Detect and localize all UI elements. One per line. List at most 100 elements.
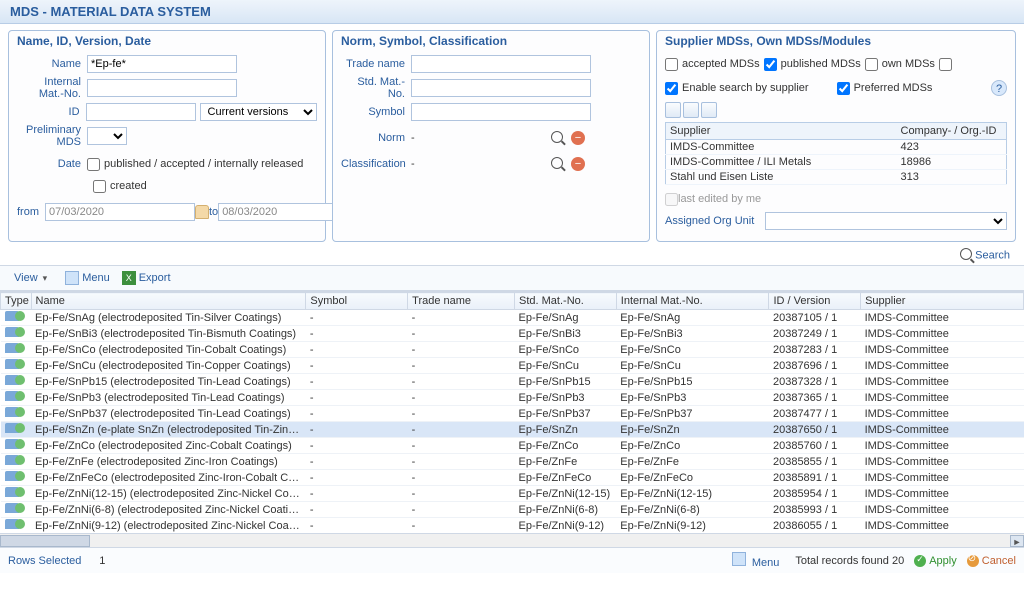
grid-col-header[interactable]: Name <box>31 293 306 310</box>
supplier-col-header[interactable]: Supplier <box>666 123 897 140</box>
std-matno-cell: Ep-Fe/ZnFe <box>515 454 617 470</box>
search-button[interactable]: Search <box>975 249 1010 261</box>
published-accepted-checkbox[interactable] <box>87 158 100 171</box>
norm-search-icon[interactable] <box>551 131 563 146</box>
std-matno-cell: Ep-Fe/SnCo <box>515 342 617 358</box>
grid-col-header[interactable]: Symbol <box>306 293 408 310</box>
export-button[interactable]: XExport <box>116 269 177 287</box>
grid-col-header[interactable]: Internal Mat.-No. <box>616 293 769 310</box>
norm-remove-icon[interactable]: − <box>571 131 585 145</box>
supplier-row[interactable]: IMDS-Committee423 <box>666 140 1007 155</box>
trade-name-cell: - <box>408 470 515 486</box>
export-icon: X <box>122 271 136 285</box>
table-row[interactable]: Ep-Fe/SnPb3 (electrodeposited Tin-Lead C… <box>1 390 1024 406</box>
panel-title: Supplier MDSs, Own MDSs/Modules <box>665 34 1007 48</box>
name-cell: Ep-Fe/ZnNi(9-12) (electrodeposited Zinc-… <box>31 518 306 534</box>
menu-button[interactable]: Menu <box>59 269 116 287</box>
table-row[interactable]: Ep-Fe/SnPb15 (electrodeposited Tin-Lead … <box>1 374 1024 390</box>
version-select[interactable]: Current versions <box>200 103 317 121</box>
date-picker-icon[interactable] <box>195 204 209 220</box>
table-row[interactable]: Ep-Fe/SnZn (e-plate SnZn (electrodeposit… <box>1 422 1024 438</box>
own-mds-checkbox[interactable] <box>865 58 878 71</box>
internal-matno-input[interactable] <box>87 79 237 97</box>
trade-name-cell: - <box>408 438 515 454</box>
table-row[interactable]: Ep-Fe/SnCo (electrodeposited Tin-Cobalt … <box>1 342 1024 358</box>
std-matno-cell: Ep-Fe/SnPb3 <box>515 390 617 406</box>
status-menu-button[interactable]: Menu <box>732 552 780 569</box>
grid-col-header[interactable]: Trade name <box>408 293 515 310</box>
search-icon[interactable] <box>960 251 972 263</box>
id-version-cell: 20386055 / 1 <box>769 518 861 534</box>
supplier-cell: IMDS-Committee <box>861 326 1024 342</box>
created-checkbox[interactable] <box>93 180 106 193</box>
supplier-row[interactable]: IMDS-Committee / ILI Metals18986 <box>666 155 1007 170</box>
table-row[interactable]: Ep-Fe/ZnNi(9-12) (electrodeposited Zinc-… <box>1 518 1024 534</box>
extra-checkbox[interactable] <box>939 58 952 71</box>
supplier-row[interactable]: Stahl und Eisen Liste313 <box>666 170 1007 185</box>
classification-search-icon[interactable] <box>551 157 563 172</box>
published-mds-checkbox[interactable] <box>764 58 777 71</box>
menu-icon <box>732 552 746 566</box>
view-dropdown[interactable]: View▾ <box>8 270 53 286</box>
table-row[interactable]: Ep-Fe/ZnNi(12-15) (electrodeposited Zinc… <box>1 486 1024 502</box>
supplier-cell: IMDS-Committee <box>861 438 1024 454</box>
material-icon <box>5 519 19 529</box>
table-row[interactable]: Ep-Fe/ZnNi(6-8) (electrodeposited Zinc-N… <box>1 502 1024 518</box>
std-matno-input[interactable] <box>411 79 591 97</box>
cancel-button[interactable]: Cancel <box>967 555 1016 567</box>
std-matno-cell: Ep-Fe/SnPb15 <box>515 374 617 390</box>
scroll-right-icon[interactable]: ► <box>1010 535 1024 547</box>
type-cell <box>1 358 32 374</box>
date-label: Date <box>17 158 87 170</box>
help-icon[interactable]: ? <box>991 80 1007 96</box>
supplier-cell: IMDS-Committee <box>861 310 1024 326</box>
accepted-mds-checkbox[interactable] <box>665 58 678 71</box>
assigned-org-unit-select[interactable] <box>765 212 1007 230</box>
id-version-cell: 20385891 / 1 <box>769 470 861 486</box>
preferred-mds-checkbox[interactable] <box>837 82 850 95</box>
name-cell: Ep-Fe/ZnCo (electrodeposited Zinc-Cobalt… <box>31 438 306 454</box>
supplier-toolbar-icon[interactable] <box>665 102 681 118</box>
classification-remove-icon[interactable]: − <box>571 157 585 171</box>
name-input[interactable] <box>87 55 237 73</box>
trade-name-input[interactable] <box>411 55 591 73</box>
table-row[interactable]: Ep-Fe/ZnCo (electrodeposited Zinc-Cobalt… <box>1 438 1024 454</box>
scroll-thumb[interactable] <box>0 535 90 547</box>
name-cell: Ep-Fe/ZnFeCo (electrodeposited Zinc-Iron… <box>31 470 306 486</box>
grid-col-header[interactable]: Type <box>1 293 32 310</box>
material-icon <box>5 311 19 321</box>
type-cell <box>1 342 32 358</box>
results-grid[interactable]: TypeNameSymbolTrade nameStd. Mat.-No.Int… <box>0 292 1024 533</box>
symbol-cell: - <box>306 454 408 470</box>
grid-col-header[interactable]: Supplier <box>861 293 1024 310</box>
table-row[interactable]: Ep-Fe/SnAg (electrodeposited Tin-Silver … <box>1 310 1024 326</box>
preliminary-mds-select[interactable] <box>87 127 127 145</box>
supplier-toolbar-icon[interactable] <box>683 102 699 118</box>
supplier-cell: IMDS-Committee <box>861 518 1024 534</box>
symbol-input[interactable] <box>411 103 591 121</box>
enable-search-supplier-checkbox[interactable] <box>665 82 678 95</box>
from-date-input[interactable] <box>45 203 195 221</box>
enable-search-supplier-label: Enable search by supplier <box>682 82 809 94</box>
last-edited-checkbox[interactable] <box>665 193 678 206</box>
apply-button[interactable]: Apply <box>914 555 957 567</box>
table-row[interactable]: Ep-Fe/ZnFe (electrodeposited Zinc-Iron C… <box>1 454 1024 470</box>
std-matno-cell: Ep-Fe/SnCu <box>515 358 617 374</box>
internal-matno-cell: Ep-Fe/ZnNi(9-12) <box>616 518 769 534</box>
table-row[interactable]: Ep-Fe/SnCu (electrodeposited Tin-Copper … <box>1 358 1024 374</box>
horizontal-scrollbar[interactable]: ◄ ► <box>0 533 1024 547</box>
table-row[interactable]: Ep-Fe/SnBi3 (electrodeposited Tin-Bismut… <box>1 326 1024 342</box>
material-icon <box>5 407 19 417</box>
grid-col-header[interactable]: Std. Mat.-No. <box>515 293 617 310</box>
symbol-cell: - <box>306 390 408 406</box>
company-org-col-header[interactable]: Company- / Org.-ID <box>897 123 1007 140</box>
supplier-cell: IMDS-Committee <box>861 422 1024 438</box>
supplier-cell: IMDS-Committee <box>861 374 1024 390</box>
from-label: from <box>17 206 45 218</box>
id-input[interactable] <box>86 103 196 121</box>
table-row[interactable]: Ep-Fe/SnPb37 (electrodeposited Tin-Lead … <box>1 406 1024 422</box>
table-row[interactable]: Ep-Fe/ZnFeCo (electrodeposited Zinc-Iron… <box>1 470 1024 486</box>
grid-col-header[interactable]: ID / Version <box>769 293 861 310</box>
supplier-toolbar-icon[interactable] <box>701 102 717 118</box>
name-cell: Ep-Fe/SnPb37 (electrodeposited Tin-Lead … <box>31 406 306 422</box>
